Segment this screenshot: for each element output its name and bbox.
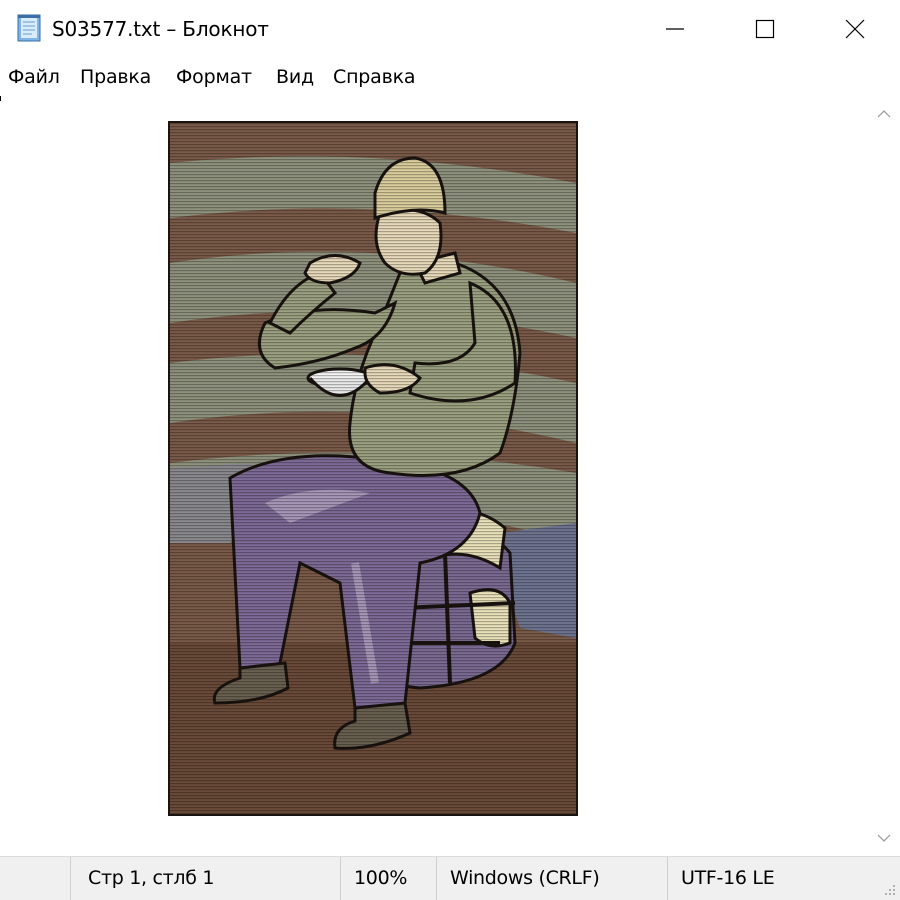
menu-bar: Файл Правка Формат Вид Справка (0, 58, 900, 96)
text-editor[interactable] (0, 96, 868, 856)
notepad-icon (17, 14, 41, 42)
menu-view[interactable]: Вид (276, 63, 314, 91)
menu-edit[interactable]: Правка (80, 63, 151, 91)
status-bar: Стр 1, стлб 1 100% Windows (CRLF) UTF-16… (0, 856, 900, 900)
ascii-art-picture (168, 121, 578, 816)
title-bar[interactable]: S03577.txt – Блокнот (0, 0, 900, 58)
status-separator (340, 857, 341, 900)
encoding: UTF-16 LE (681, 867, 775, 889)
status-separator (70, 857, 71, 900)
vertical-scrollbar[interactable] (868, 96, 900, 856)
chevron-down-icon (877, 834, 891, 842)
cursor-position: Стр 1, стлб 1 (88, 867, 215, 889)
scroll-down-button[interactable] (868, 822, 900, 856)
menu-file[interactable]: Файл (8, 63, 60, 91)
maximize-button[interactable] (720, 0, 810, 58)
text-caret (0, 96, 1, 101)
zoom-level: 100% (354, 867, 408, 889)
ascii-art-image (170, 123, 576, 814)
line-endings: Windows (CRLF) (450, 867, 600, 889)
chevron-up-icon (877, 110, 891, 118)
window-title: S03577.txt – Блокнот (52, 17, 269, 41)
resize-grip-icon[interactable] (882, 882, 896, 896)
menu-help[interactable]: Справка (333, 63, 416, 91)
status-separator (667, 857, 668, 900)
close-button[interactable] (810, 0, 900, 58)
menu-format[interactable]: Формат (176, 63, 252, 91)
minimize-button[interactable] (630, 0, 720, 58)
close-icon (845, 19, 865, 39)
scroll-up-button[interactable] (868, 96, 900, 130)
status-separator (436, 857, 437, 900)
minimize-icon (666, 28, 684, 30)
maximize-icon (755, 19, 775, 39)
notepad-window: S03577.txt – Блокнот Файл Правка Формат … (0, 0, 900, 900)
